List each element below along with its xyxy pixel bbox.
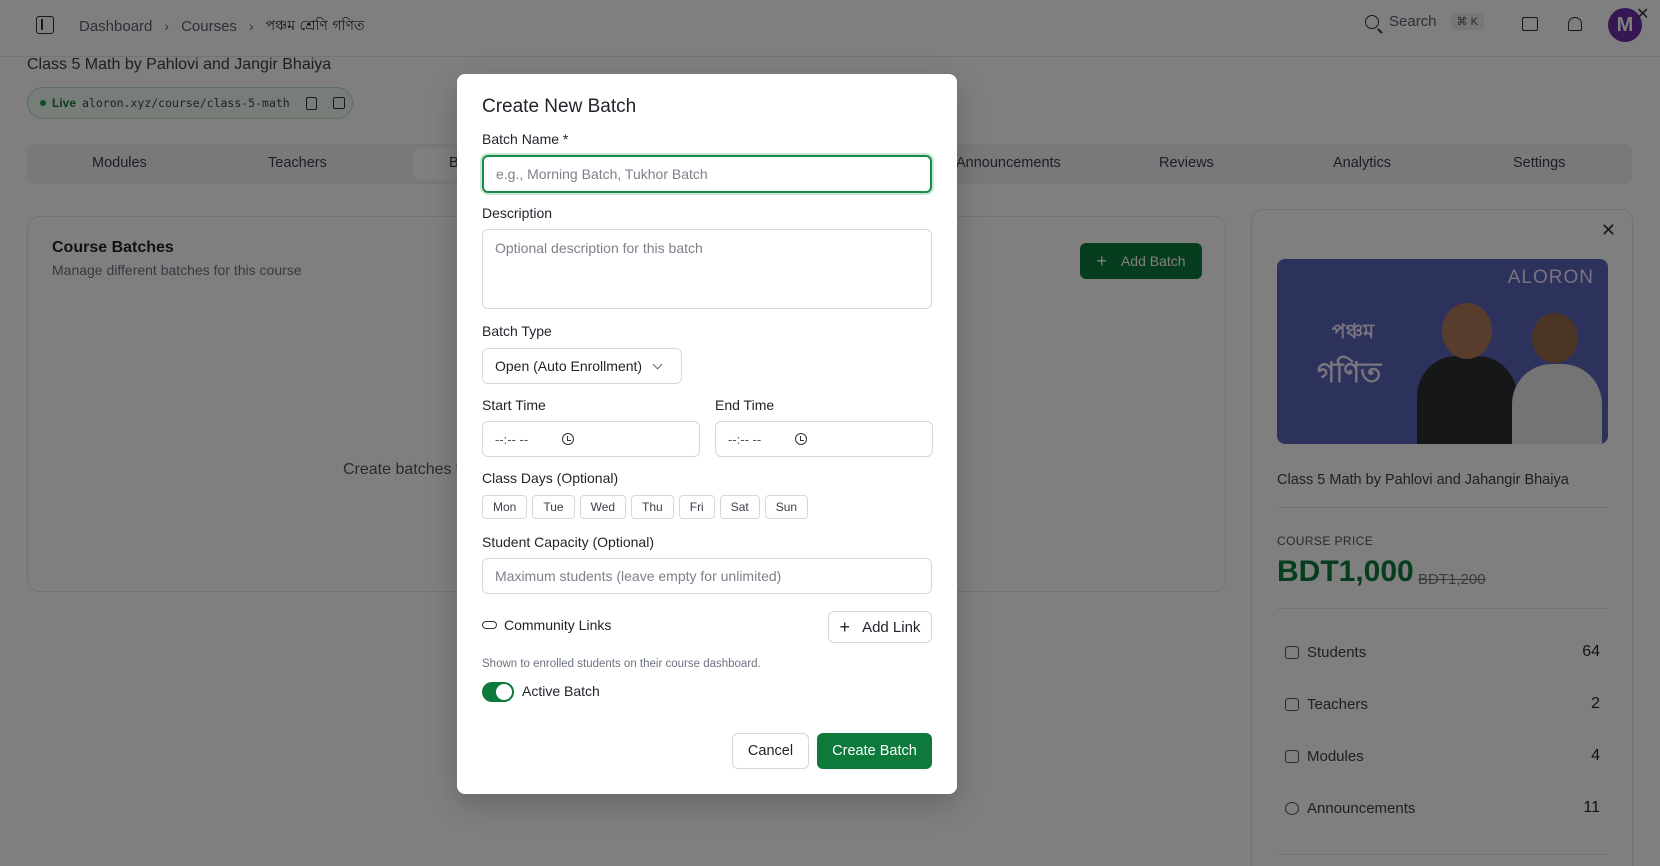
description-textarea[interactable] bbox=[482, 229, 932, 309]
clock-icon[interactable] bbox=[795, 433, 808, 445]
create-batch-dialog: Create New Batch Batch Name * Descriptio… bbox=[457, 74, 957, 794]
batch-type-select[interactable]: Open (Auto Enrollment) bbox=[482, 348, 682, 384]
create-batch-button[interactable]: Create Batch bbox=[817, 733, 932, 769]
day-sat-button[interactable]: Sat bbox=[719, 495, 760, 519]
day-thu-button[interactable]: Thu bbox=[631, 495, 674, 519]
add-link-label: Add Link bbox=[862, 618, 921, 636]
time-placeholder: --:-- -- bbox=[495, 431, 529, 447]
community-links-helper: Shown to enrolled students on their cour… bbox=[482, 658, 761, 670]
capacity-input[interactable] bbox=[482, 558, 932, 594]
day-wed-button[interactable]: Wed bbox=[579, 495, 627, 519]
day-mon-button[interactable]: Mon bbox=[482, 495, 528, 519]
start-time-input[interactable]: --:-- -- bbox=[482, 421, 700, 457]
add-link-button[interactable]: + Add Link bbox=[828, 611, 932, 643]
batch-type-value: Open (Auto Enrollment) bbox=[495, 358, 643, 374]
class-days-group: Mon Tue Wed Thu Fri Sat Sun bbox=[482, 495, 809, 519]
start-time-label: Start Time bbox=[482, 397, 546, 413]
day-sun-button[interactable]: Sun bbox=[764, 495, 809, 519]
description-label: Description bbox=[482, 205, 553, 221]
plus-icon: + bbox=[839, 617, 851, 637]
cancel-button[interactable]: Cancel bbox=[732, 733, 809, 769]
day-tue-button[interactable]: Tue bbox=[532, 495, 575, 519]
end-time-label: End Time bbox=[715, 397, 775, 413]
link-icon bbox=[482, 621, 497, 629]
time-placeholder: --:-- -- bbox=[728, 431, 762, 447]
end-time-input[interactable]: --:-- -- bbox=[715, 421, 933, 457]
dialog-title: Create New Batch bbox=[482, 96, 637, 117]
active-batch-label: Active Batch bbox=[522, 683, 600, 699]
class-days-label: Class Days (Optional) bbox=[482, 470, 619, 486]
batch-name-input[interactable] bbox=[482, 155, 932, 193]
community-links-label: Community Links bbox=[504, 617, 612, 633]
capacity-label: Student Capacity (Optional) bbox=[482, 534, 654, 550]
batch-type-label: Batch Type bbox=[482, 323, 552, 339]
active-batch-toggle[interactable] bbox=[482, 682, 514, 702]
clock-icon[interactable] bbox=[562, 433, 575, 445]
batch-name-label: Batch Name * bbox=[482, 131, 569, 147]
chevron-down-icon bbox=[652, 359, 663, 369]
day-fri-button[interactable]: Fri bbox=[678, 495, 715, 519]
